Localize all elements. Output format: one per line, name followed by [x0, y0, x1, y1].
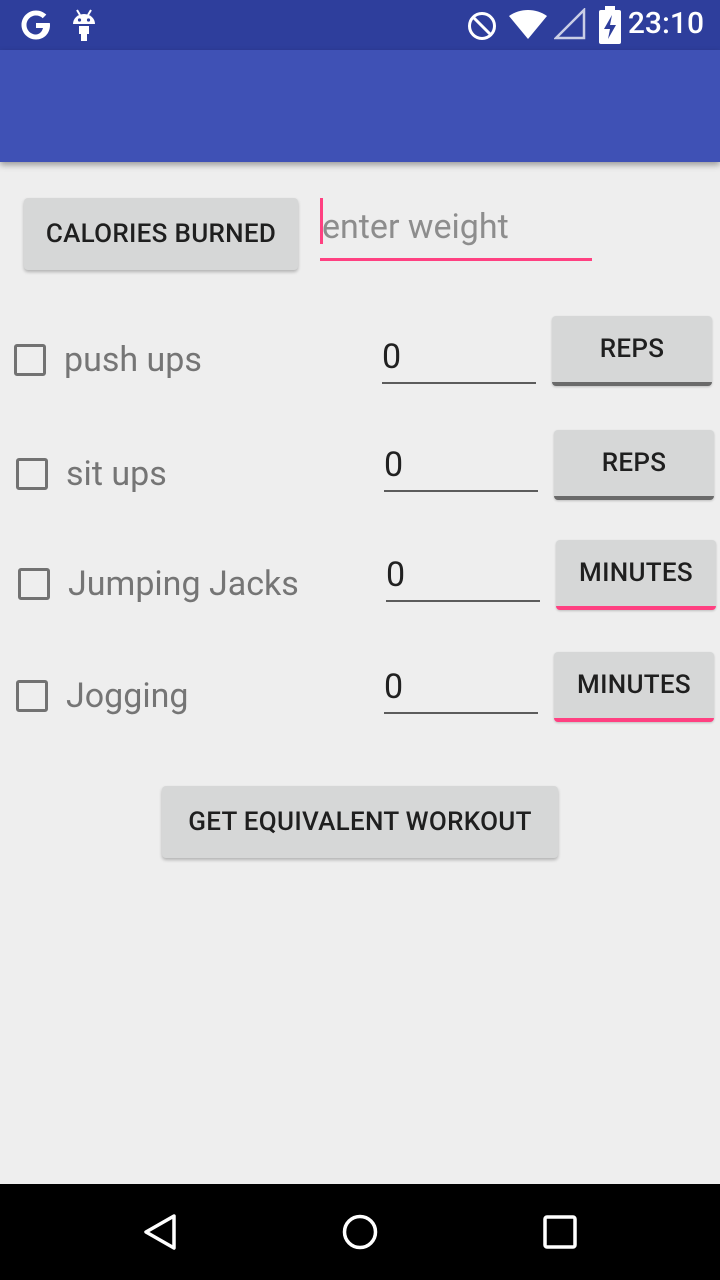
- jogging-minutes-input[interactable]: [384, 662, 538, 714]
- do-not-disturb-icon: [468, 12, 496, 40]
- push-ups-reps-button[interactable]: REPS: [552, 316, 712, 386]
- push-ups-checkbox[interactable]: [14, 344, 46, 376]
- get-equivalent-workout-button[interactable]: GET EQUIVALENT WORKOUT: [162, 786, 558, 858]
- wifi-icon: [509, 10, 547, 39]
- weight-input[interactable]: [320, 196, 592, 261]
- back-icon[interactable]: [140, 1212, 180, 1252]
- jumping-jacks-checkbox[interactable]: [18, 568, 50, 600]
- battery-charging-icon: [599, 6, 621, 44]
- jogging-label: Jogging: [66, 676, 189, 716]
- sit-ups-reps-button[interactable]: REPS: [554, 430, 714, 500]
- jogging-minutes-button[interactable]: MINUTES: [554, 652, 714, 722]
- calories-burned-button[interactable]: CALORIES BURNED: [24, 198, 298, 270]
- recents-icon[interactable]: [542, 1214, 578, 1250]
- clock: 23:10: [627, 6, 704, 41]
- jumping-jacks-minutes-button[interactable]: MINUTES: [556, 540, 716, 610]
- text-cursor: [320, 198, 323, 244]
- sit-ups-label: sit ups: [66, 454, 167, 494]
- navigation-bar: [0, 1184, 720, 1280]
- sit-ups-checkbox[interactable]: [16, 458, 48, 490]
- push-ups-label: push ups: [64, 340, 202, 380]
- status-bar: 23:10: [0, 0, 720, 50]
- app-bar: [0, 50, 720, 162]
- signal-icon: [554, 8, 586, 40]
- google-g-icon: [21, 10, 50, 40]
- jumping-jacks-label: Jumping Jacks: [68, 564, 299, 604]
- jogging-checkbox[interactable]: [16, 680, 48, 712]
- android-debug-icon: [73, 9, 95, 41]
- push-ups-count-input[interactable]: [382, 332, 536, 384]
- jumping-jacks-minutes-input[interactable]: [386, 550, 540, 602]
- sit-ups-count-input[interactable]: [384, 440, 538, 492]
- home-icon[interactable]: [340, 1212, 380, 1252]
